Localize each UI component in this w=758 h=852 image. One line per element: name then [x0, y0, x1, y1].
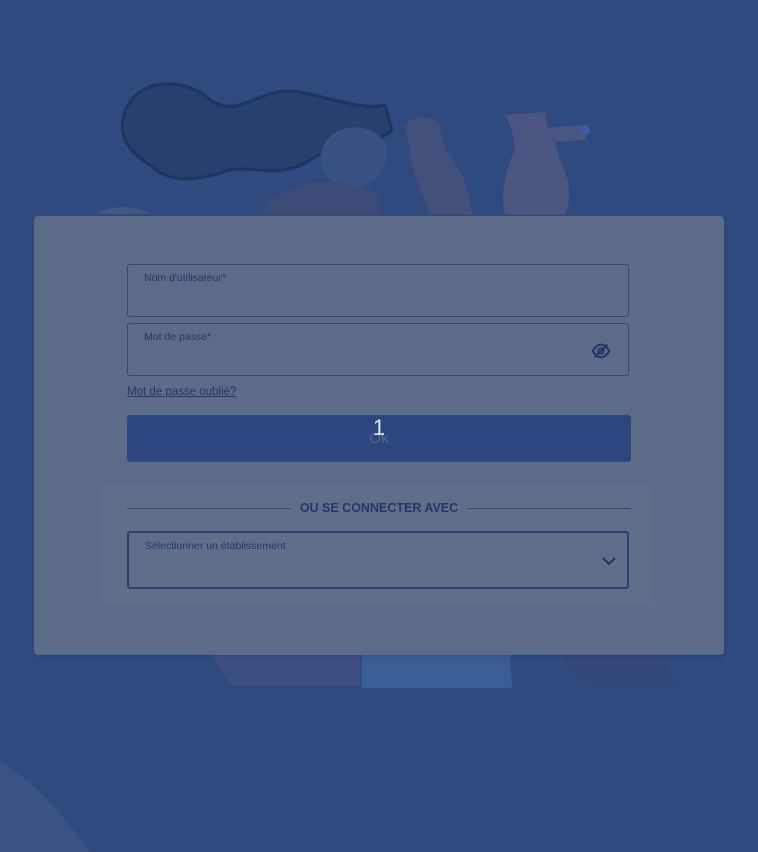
divider-line-right: [467, 508, 631, 509]
login-card: Nom d'utilisateur* Mot de passe* Mot de …: [34, 216, 724, 655]
ok-button[interactable]: Ok 1: [127, 415, 631, 462]
school-select[interactable]: Sélectionner un établissement: [127, 531, 629, 589]
password-input[interactable]: [144, 348, 584, 372]
forgot-password-link[interactable]: Mot de passe oublié?: [127, 386, 236, 398]
sso-divider: OU SE CONNECTER AVEC: [127, 499, 631, 517]
step-badge: 1: [372, 415, 386, 440]
chevron-down-icon[interactable]: [601, 553, 617, 569]
eye-off-icon[interactable]: [590, 340, 612, 362]
username-field[interactable]: Nom d'utilisateur*: [127, 264, 629, 317]
password-label: Mot de passe*: [144, 331, 212, 343]
username-input[interactable]: [144, 289, 584, 313]
username-label: Nom d'utilisateur*: [144, 272, 226, 284]
school-select-label: Sélectionner un établissement: [145, 540, 286, 552]
password-field[interactable]: Mot de passe*: [127, 323, 629, 376]
